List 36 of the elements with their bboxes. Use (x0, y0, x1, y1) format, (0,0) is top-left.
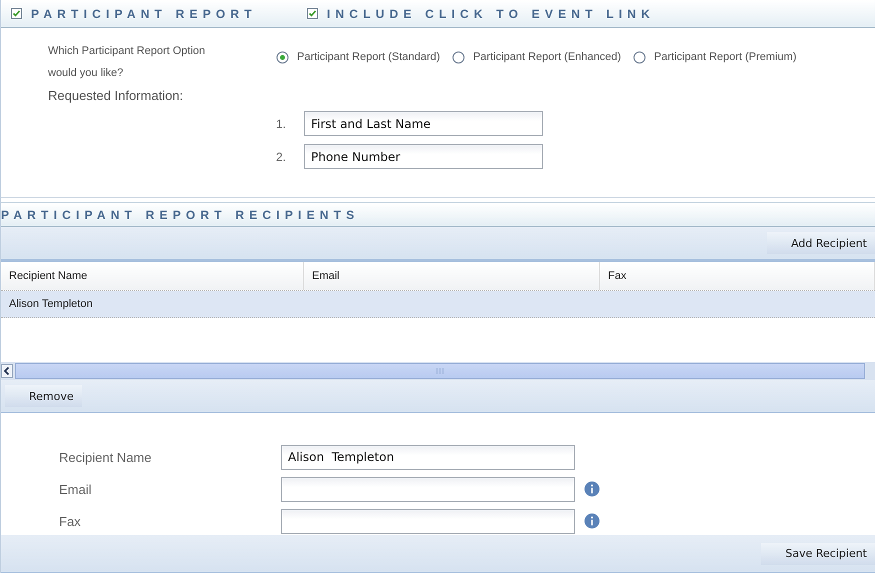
radio-button[interactable] (276, 50, 289, 64)
grip-icon (436, 368, 444, 374)
table-cell-text: Alison Templeton (8, 297, 94, 312)
save-recipient-button[interactable]: Save Recipient (761, 542, 875, 564)
field-label: Fax (59, 514, 82, 528)
field-label: Email (59, 482, 93, 496)
checkbox[interactable] (306, 8, 318, 19)
option-label: Participant Report (Enhanced) (473, 51, 622, 63)
option-label: Participant Report (Standard) (297, 51, 440, 63)
info-icon[interactable] (584, 481, 600, 497)
checkbox[interactable] (11, 8, 22, 19)
item-number: 2. (276, 150, 286, 164)
text-field[interactable]: First and Last Name (304, 111, 543, 136)
column-header[interactable]: Fax (600, 262, 875, 290)
column-header[interactable]: Email (304, 262, 600, 290)
remove-button[interactable]: Remove (5, 385, 82, 407)
horizontal-scrollbar[interactable] (1, 362, 875, 380)
field-label: Recipient Name (59, 450, 152, 464)
option-label: Participant Report (Premium) (654, 51, 796, 63)
item-number: 1. (276, 116, 286, 130)
section-title: PARTICIPANT REPORT (31, 6, 257, 20)
text-field[interactable] (281, 508, 575, 534)
text-field[interactable]: Alison Templeton (281, 444, 575, 470)
section-title: INCLUDE CLICK TO EVENT LINK (326, 6, 656, 20)
section-title: PARTICIPANT REPORT RECIPIENTS (1, 208, 360, 222)
radio-button[interactable] (633, 50, 646, 64)
requested-information-label: Requested Information: (48, 88, 184, 103)
text-field[interactable]: Phone Number (304, 144, 543, 169)
info-icon[interactable] (584, 513, 600, 529)
column-header[interactable]: Recipient Name (1, 262, 304, 290)
scroll-left-icon[interactable] (1, 364, 13, 378)
table-row[interactable]: Alison Templeton (1, 291, 875, 318)
question-label: Which Participant Report Option would you like? (48, 44, 206, 81)
add-recipient-button[interactable]: Add Recipient (767, 232, 875, 254)
radio-button[interactable] (452, 50, 466, 64)
text-field[interactable] (281, 476, 575, 502)
